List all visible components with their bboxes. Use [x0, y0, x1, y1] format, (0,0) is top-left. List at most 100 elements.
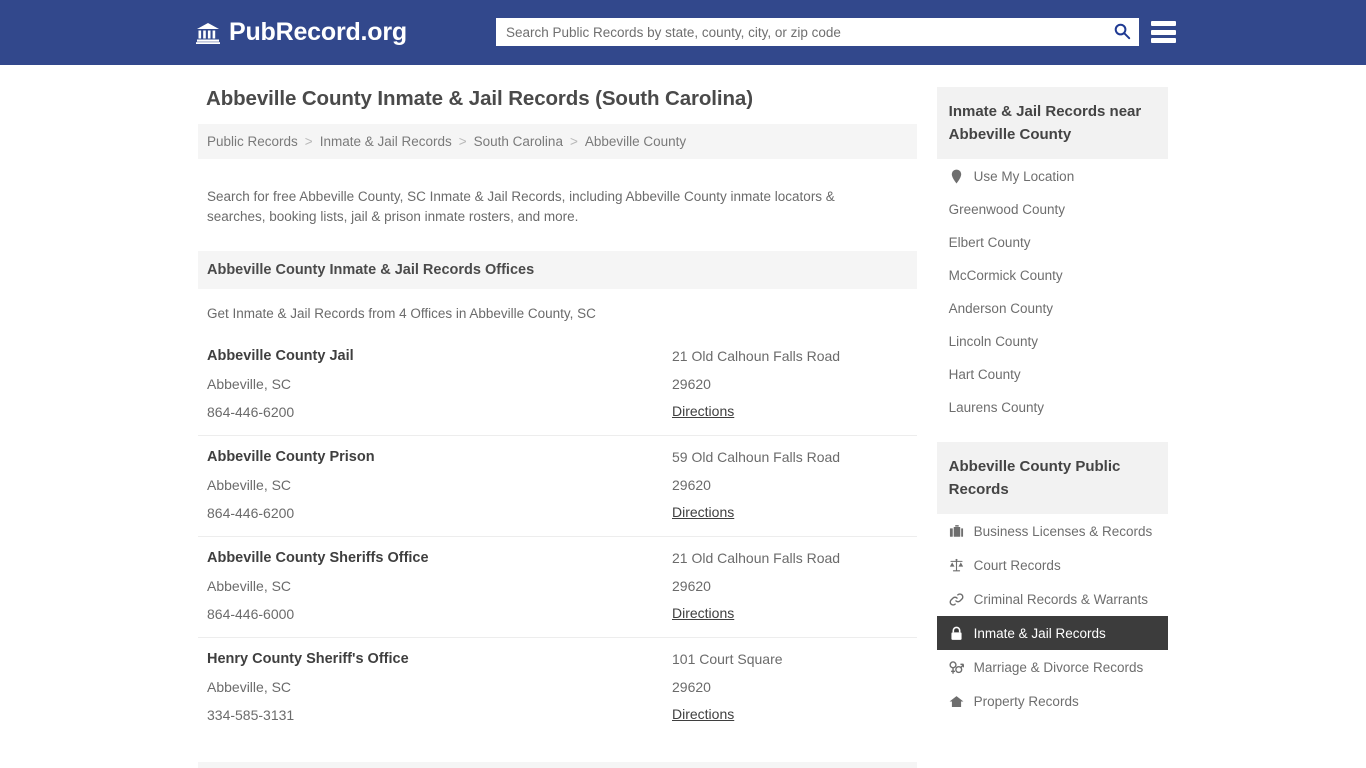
sidebar-record-item-label: Inmate & Jail Records — [973, 625, 1106, 641]
sidebar-nearby-item-3[interactable]: Elbert County — [937, 226, 1168, 259]
bank-building-icon — [196, 21, 220, 45]
sidebar-record-item-4[interactable]: Inmate & Jail Records — [936, 616, 1168, 650]
sidebar-nearby-item-7[interactable]: Hart County — [937, 358, 1168, 391]
hamburger-bar — [1151, 38, 1176, 43]
sidebar-record-item-label: Criminal Records & Warrants — [973, 591, 1148, 607]
sidebar-record-item-2[interactable]: Court Records — [937, 548, 1168, 582]
sidebar-nearby-list: Use My Location Greenwood County Elbert Co… — [937, 159, 1168, 424]
search-icon — [1113, 22, 1131, 43]
breadcrumb-item-2[interactable]: Inmate & Jail Records — [320, 134, 452, 149]
sidebar-nearby-item-6[interactable]: Lincoln County — [937, 325, 1168, 358]
office-name[interactable]: Abbeville County Sheriffs Office — [207, 549, 672, 567]
search-input[interactable] — [496, 18, 1105, 46]
lock-icon — [949, 625, 965, 641]
breadcrumb-item-4: Abbeville County — [584, 134, 687, 149]
sidebar-record-item-1[interactable]: Business Licenses & Records — [937, 514, 1168, 548]
sidebar-public-records-heading: Abbeville County Public Records — [936, 442, 1168, 514]
office-street: 59 Old Calhoun Falls Road — [672, 448, 841, 465]
sidebar: Inmate & Jail Records near Abbeville Cou… — [936, 87, 1168, 768]
main-content: Abbeville County Inmate & Jail Records (… — [198, 87, 917, 768]
office-street: 21 Old Calhoun Falls Road — [672, 347, 841, 364]
search-button[interactable] — [1105, 18, 1139, 46]
site-header: PubRecord.org — [0, 0, 1366, 65]
office-street: 21 Old Calhoun Falls Road — [672, 549, 841, 566]
databases-section-heading: Abbeville County Inmate & Jail Records D… — [198, 761, 917, 768]
office-row: Henry County Sheriff's Office Abbeville, … — [198, 638, 917, 738]
office-phone: 864-446-6200 — [207, 403, 295, 420]
office-address: 21 Old Calhoun Falls Road 29620 Directions — [672, 549, 908, 623]
sidebar-record-item-3[interactable]: Criminal Records & Warrants — [937, 582, 1168, 616]
breadcrumb-item-1[interactable]: Public Records — [207, 134, 298, 149]
sidebar-record-item-label: Property Records — [973, 693, 1079, 709]
sidebar-nearby-item-label: Laurens County — [948, 400, 1044, 415]
office-row: Abbeville County Jail Abbeville, SC 864-44… — [198, 335, 917, 436]
office-city-state: Abbeville, SC — [207, 577, 292, 594]
breadcrumb-separator: > — [304, 134, 313, 149]
sidebar-nearby-item-1[interactable]: Use My Location — [937, 159, 1168, 193]
sidebar-record-item-label: Court Records — [973, 557, 1061, 573]
sidebar-nearby-item-4[interactable]: McCormick County — [937, 259, 1168, 292]
breadcrumb-separator: > — [569, 134, 578, 149]
sidebar-nearby-item-label: Use My Location — [973, 168, 1075, 184]
office-zip: 29620 — [672, 375, 711, 392]
search-bar — [496, 18, 1139, 46]
office-zip: 29620 — [672, 678, 711, 695]
sidebar-nearby-item-label: Lincoln County — [948, 334, 1038, 349]
briefcase-icon — [949, 523, 965, 539]
breadcrumb-separator: > — [458, 134, 467, 149]
breadcrumb: Public Records > Inmate & Jail Records > Sou… — [198, 124, 917, 159]
offices-list: Abbeville County Jail Abbeville, SC 864-44… — [198, 335, 917, 738]
breadcrumb-item-3[interactable]: South Carolina — [474, 134, 563, 149]
office-zip: 29620 — [672, 476, 711, 493]
site-logo-link[interactable]: PubRecord.org — [196, 18, 407, 47]
office-details: Abbeville County Jail Abbeville, SC 864-44… — [207, 347, 672, 421]
office-address: 101 Court Square 29620 Directions — [672, 650, 908, 724]
sidebar-nearby-item-5[interactable]: Anderson County — [937, 292, 1168, 325]
office-city-state: Abbeville, SC — [207, 476, 292, 493]
office-details: Abbeville County Prison Abbeville, SC 864-… — [207, 448, 672, 522]
office-city-state: Abbeville, SC — [207, 678, 292, 695]
office-phone: 864-446-6000 — [207, 605, 295, 622]
sidebar-nearby-item-2[interactable]: Greenwood County — [937, 193, 1168, 226]
office-phone: 334-585-3131 — [207, 706, 295, 723]
sidebar-record-item-6[interactable]: Property Records — [937, 684, 1168, 718]
sidebar-nearby-item-label: Anderson County — [948, 301, 1053, 316]
sidebar-nearby-heading: Inmate & Jail Records near Abbeville Cou… — [936, 87, 1168, 159]
office-name[interactable]: Abbeville County Prison — [207, 448, 672, 466]
gender-symbols-icon — [949, 659, 965, 675]
office-phone: 864-446-6200 — [207, 504, 295, 521]
site-logo-text: PubRecord.org — [229, 18, 407, 46]
directions-link[interactable]: Directions — [672, 403, 734, 419]
hamburger-bar — [1151, 29, 1176, 35]
office-row: Abbeville County Sheriffs Office Abbevill… — [198, 537, 917, 638]
sidebar-record-item-label: Marriage & Divorce Records — [973, 659, 1144, 675]
intro-text: Search for free Abbeville County, SC Inm… — [207, 188, 835, 224]
directions-link[interactable]: Directions — [672, 706, 734, 722]
sidebar-public-records-list: Business Licenses & Records Court Records… — [936, 514, 1168, 718]
office-address: 59 Old Calhoun Falls Road 29620 Directions — [672, 448, 908, 522]
scales-of-justice-icon — [949, 557, 965, 573]
sidebar-record-item-label: Business Licenses & Records — [973, 523, 1153, 539]
sidebar-nearby-item-8[interactable]: Laurens County — [937, 391, 1168, 424]
office-details: Abbeville County Sheriffs Office Abbevill… — [207, 549, 672, 623]
map-pin-icon — [949, 168, 965, 184]
sidebar-nearby-item-label: McCormick County — [948, 268, 1063, 283]
directions-link[interactable]: Directions — [672, 605, 734, 621]
office-details: Henry County Sheriff's Office Abbeville, … — [207, 650, 672, 724]
sidebar-nearby-item-label: Elbert County — [948, 235, 1031, 250]
office-street: 101 Court Square — [672, 650, 783, 667]
office-name[interactable]: Henry County Sheriff's Office — [207, 650, 672, 668]
sidebar-record-item-5[interactable]: Marriage & Divorce Records — [937, 650, 1168, 684]
office-zip: 29620 — [672, 577, 711, 594]
offices-section-heading: Abbeville County Inmate & Jail Records O… — [198, 250, 917, 289]
offices-section-subheading: Get Inmate & Jail Records from 4 Offices… — [207, 305, 596, 321]
sidebar-nearby-item-label: Hart County — [948, 367, 1021, 382]
sidebar-nearby-item-label: Greenwood County — [948, 202, 1065, 217]
office-row: Abbeville County Prison Abbeville, SC 864-… — [198, 436, 917, 537]
office-city-state: Abbeville, SC — [207, 375, 292, 392]
directions-link[interactable]: Directions — [672, 504, 734, 520]
hamburger-bar — [1151, 21, 1176, 26]
page-title: Abbeville County Inmate & Jail Records (… — [206, 87, 753, 110]
office-name[interactable]: Abbeville County Jail — [207, 347, 672, 365]
hamburger-menu-icon[interactable] — [1151, 19, 1176, 45]
